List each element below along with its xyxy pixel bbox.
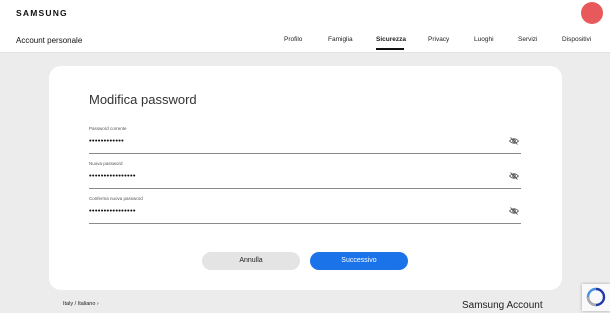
confirm-password-underline <box>89 223 521 224</box>
new-password-label: Nuova password <box>89 161 123 166</box>
new-password-input[interactable]: •••••••••••••••• <box>89 171 136 180</box>
change-password-card: Modifica password Password corrente ••••… <box>49 66 562 290</box>
current-password-label: Password corrente <box>89 126 127 131</box>
current-password-field[interactable]: Password corrente •••••••••••• <box>89 126 521 154</box>
eye-slash-icon[interactable] <box>509 207 519 215</box>
top-header: SAMSUNG Account personale Profilo Famigl… <box>0 0 610 53</box>
confirm-password-input[interactable]: •••••••••••••••• <box>89 206 136 215</box>
tab-luoghi[interactable]: Luoghi <box>474 36 494 43</box>
eye-slash-icon[interactable] <box>509 137 519 145</box>
tab-servizi[interactable]: Servizi <box>518 36 538 43</box>
active-tab-indicator <box>376 48 404 50</box>
footer-brand: Samsung Account <box>462 300 543 311</box>
page-title: Account personale <box>16 36 83 45</box>
form-title: Modifica password <box>89 92 197 107</box>
new-password-underline <box>89 188 521 189</box>
cancel-button[interactable]: Annulla <box>202 252 300 270</box>
tab-privacy[interactable]: Privacy <box>428 36 449 43</box>
samsung-logo[interactable]: SAMSUNG <box>16 8 68 18</box>
user-avatar[interactable] <box>581 2 603 24</box>
new-password-field[interactable]: Nuova password •••••••••••••••• <box>89 161 521 189</box>
tab-famiglia[interactable]: Famiglia <box>328 36 353 43</box>
next-button[interactable]: Successivo <box>310 252 408 270</box>
confirm-password-label: Conferma nuova password <box>89 196 143 201</box>
recaptcha-icon <box>586 287 606 307</box>
language-selector[interactable]: Italy / Italiano › <box>63 301 99 307</box>
confirm-password-field[interactable]: Conferma nuova password •••••••••••••••• <box>89 196 521 224</box>
eye-slash-icon[interactable] <box>509 172 519 180</box>
recaptcha-badge[interactable] <box>582 284 610 311</box>
tab-profilo[interactable]: Profilo <box>284 36 302 43</box>
current-password-underline <box>89 153 521 154</box>
current-password-input[interactable]: •••••••••••• <box>89 136 124 145</box>
tab-sicurezza[interactable]: Sicurezza <box>376 36 406 43</box>
tab-dispositivi[interactable]: Dispositivi <box>562 36 591 43</box>
